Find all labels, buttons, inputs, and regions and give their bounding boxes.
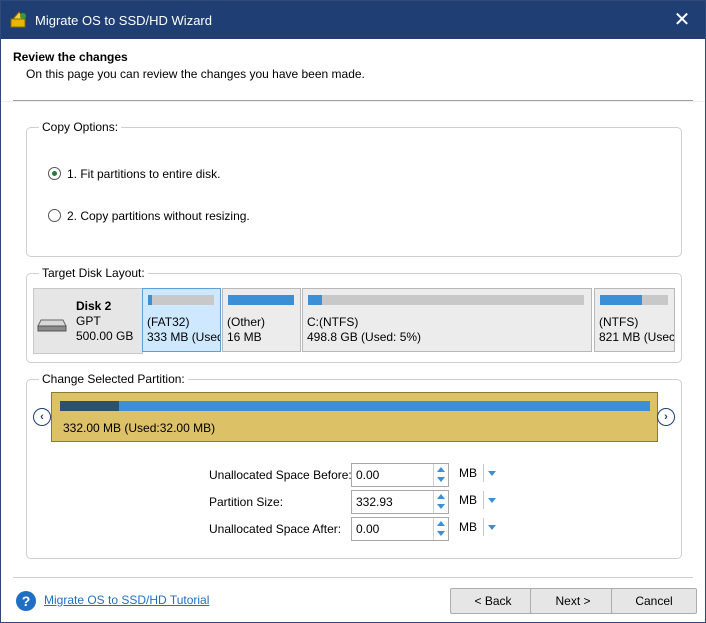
selected-partition-label: 332.00 MB (Used:32.00 MB) (63, 421, 216, 435)
partition-usage-bar (148, 295, 214, 305)
disk-size: 500.00 GB (76, 329, 134, 343)
unit-label: MB (459, 520, 477, 534)
unit-separator (483, 491, 484, 509)
hard-disk-icon (37, 319, 67, 332)
footer-divider (13, 577, 693, 578)
target-layout-legend: Target Disk Layout: (39, 266, 148, 280)
partition-usage-fill (600, 295, 643, 305)
spin-up-icon[interactable] (437, 494, 445, 499)
spin-buttons[interactable] (433, 518, 448, 540)
wizard-content: Copy Options: 1. Fit partitions to entir… (1, 102, 705, 622)
spin-down-icon[interactable] (437, 531, 445, 536)
close-icon[interactable]: ✕ (659, 1, 705, 39)
partition-usage-fill (148, 295, 152, 305)
unit-dropdown-icon[interactable] (488, 498, 496, 503)
partition-size-label: Partition Size: (209, 495, 284, 509)
tutorial-link[interactable]: Migrate OS to SSD/HD Tutorial (44, 593, 209, 607)
selected-partition-bar[interactable]: 332.00 MB (Used:32.00 MB) (51, 392, 658, 442)
partition-fs: (NTFS) (599, 315, 639, 329)
spin-down-icon[interactable] (437, 504, 445, 509)
next-button[interactable]: Next > (530, 588, 616, 614)
back-button[interactable]: < Back (450, 588, 536, 614)
partition-block[interactable]: (FAT32) 333 MB (Used: (142, 288, 221, 352)
partition-usage-fill (228, 295, 294, 305)
spin-buttons[interactable] (433, 491, 448, 513)
partition-fs: (Other) (227, 315, 266, 329)
partition-size-value: 332.93 (356, 495, 393, 509)
page-title: Review the changes (13, 50, 128, 64)
page-header: Review the changes On this page you can … (1, 39, 705, 101)
unallocated-before-input[interactable]: 0.00 (351, 463, 449, 487)
partition-usage-bar (600, 295, 668, 305)
change-partition-legend: Change Selected Partition: (39, 372, 188, 386)
option-copy-label[interactable]: 2. Copy partitions without resizing. (67, 209, 250, 223)
spin-buttons[interactable] (433, 464, 448, 486)
partition-size: 16 MB (227, 330, 262, 344)
unallocated-after-label: Unallocated Space After: (209, 522, 342, 536)
page-subtitle: On this page you can review the changes … (26, 67, 365, 81)
window-title: Migrate OS to SSD/HD Wizard (35, 13, 212, 28)
unit-separator (483, 464, 484, 482)
header-divider (13, 100, 693, 101)
app-icon (10, 11, 27, 28)
copy-options-group: Copy Options: 1. Fit partitions to entir… (26, 120, 682, 257)
partition-fs: (FAT32) (147, 315, 190, 329)
option-fit-radio[interactable] (48, 167, 61, 180)
unallocated-after-input[interactable]: 0.00 (351, 517, 449, 541)
spin-down-icon[interactable] (437, 477, 445, 482)
partition-usage-fill (308, 295, 322, 305)
disk-info[interactable]: Disk 2 GPT 500.00 GB (33, 288, 143, 354)
partition-usage-bar (308, 295, 584, 305)
unit-label: MB (459, 493, 477, 507)
partition-size: 498.8 GB (Used: 5%) (307, 330, 422, 344)
scroll-left-icon[interactable]: ‹ (33, 408, 51, 426)
unallocated-after-value: 0.00 (356, 522, 380, 536)
partition-block[interactable]: (NTFS) 821 MB (Usec (594, 288, 675, 352)
partition-size: 333 MB (Used: (147, 330, 221, 344)
option-copy-radio[interactable] (48, 209, 61, 222)
selected-partition-usage-bar (60, 401, 650, 411)
partition-usage-bar (228, 295, 294, 305)
change-partition-group: Change Selected Partition: ‹ 332.00 MB (… (26, 372, 682, 559)
help-icon[interactable]: ? (16, 591, 36, 611)
title-bar: Migrate OS to SSD/HD Wizard ✕ (1, 1, 705, 39)
spin-up-icon[interactable] (437, 521, 445, 526)
disk-name: Disk 2 (76, 299, 112, 313)
unit-dropdown-icon[interactable] (488, 525, 496, 530)
partition-size-input[interactable]: 332.93 (351, 490, 449, 514)
spin-up-icon[interactable] (437, 467, 445, 472)
target-disk-layout-group: Target Disk Layout: Disk 2 GPT 500.00 GB… (26, 266, 682, 363)
unallocated-before-value: 0.00 (356, 468, 380, 482)
cancel-button[interactable]: Cancel (611, 588, 697, 614)
wizard-window: Migrate OS to SSD/HD Wizard ✕ Review the… (0, 0, 706, 623)
unit-dropdown-icon[interactable] (488, 471, 496, 476)
copy-options-legend: Copy Options: (39, 120, 122, 134)
scroll-right-icon[interactable]: › (657, 408, 675, 426)
partition-fs: C:(NTFS) (307, 315, 359, 329)
partition-block[interactable]: C:(NTFS) 498.8 GB (Used: 5%) (302, 288, 592, 352)
unit-label: MB (459, 466, 477, 480)
partition-size: 821 MB (Usec (599, 330, 675, 344)
unallocated-before-label: Unallocated Space Before: (209, 468, 352, 482)
disk-type: GPT (76, 314, 101, 328)
selected-partition-usage-fill (60, 401, 119, 411)
partition-block[interactable]: (Other) 16 MB (222, 288, 301, 352)
unit-separator (483, 518, 484, 536)
option-fit-label[interactable]: 1. Fit partitions to entire disk. (67, 167, 220, 181)
